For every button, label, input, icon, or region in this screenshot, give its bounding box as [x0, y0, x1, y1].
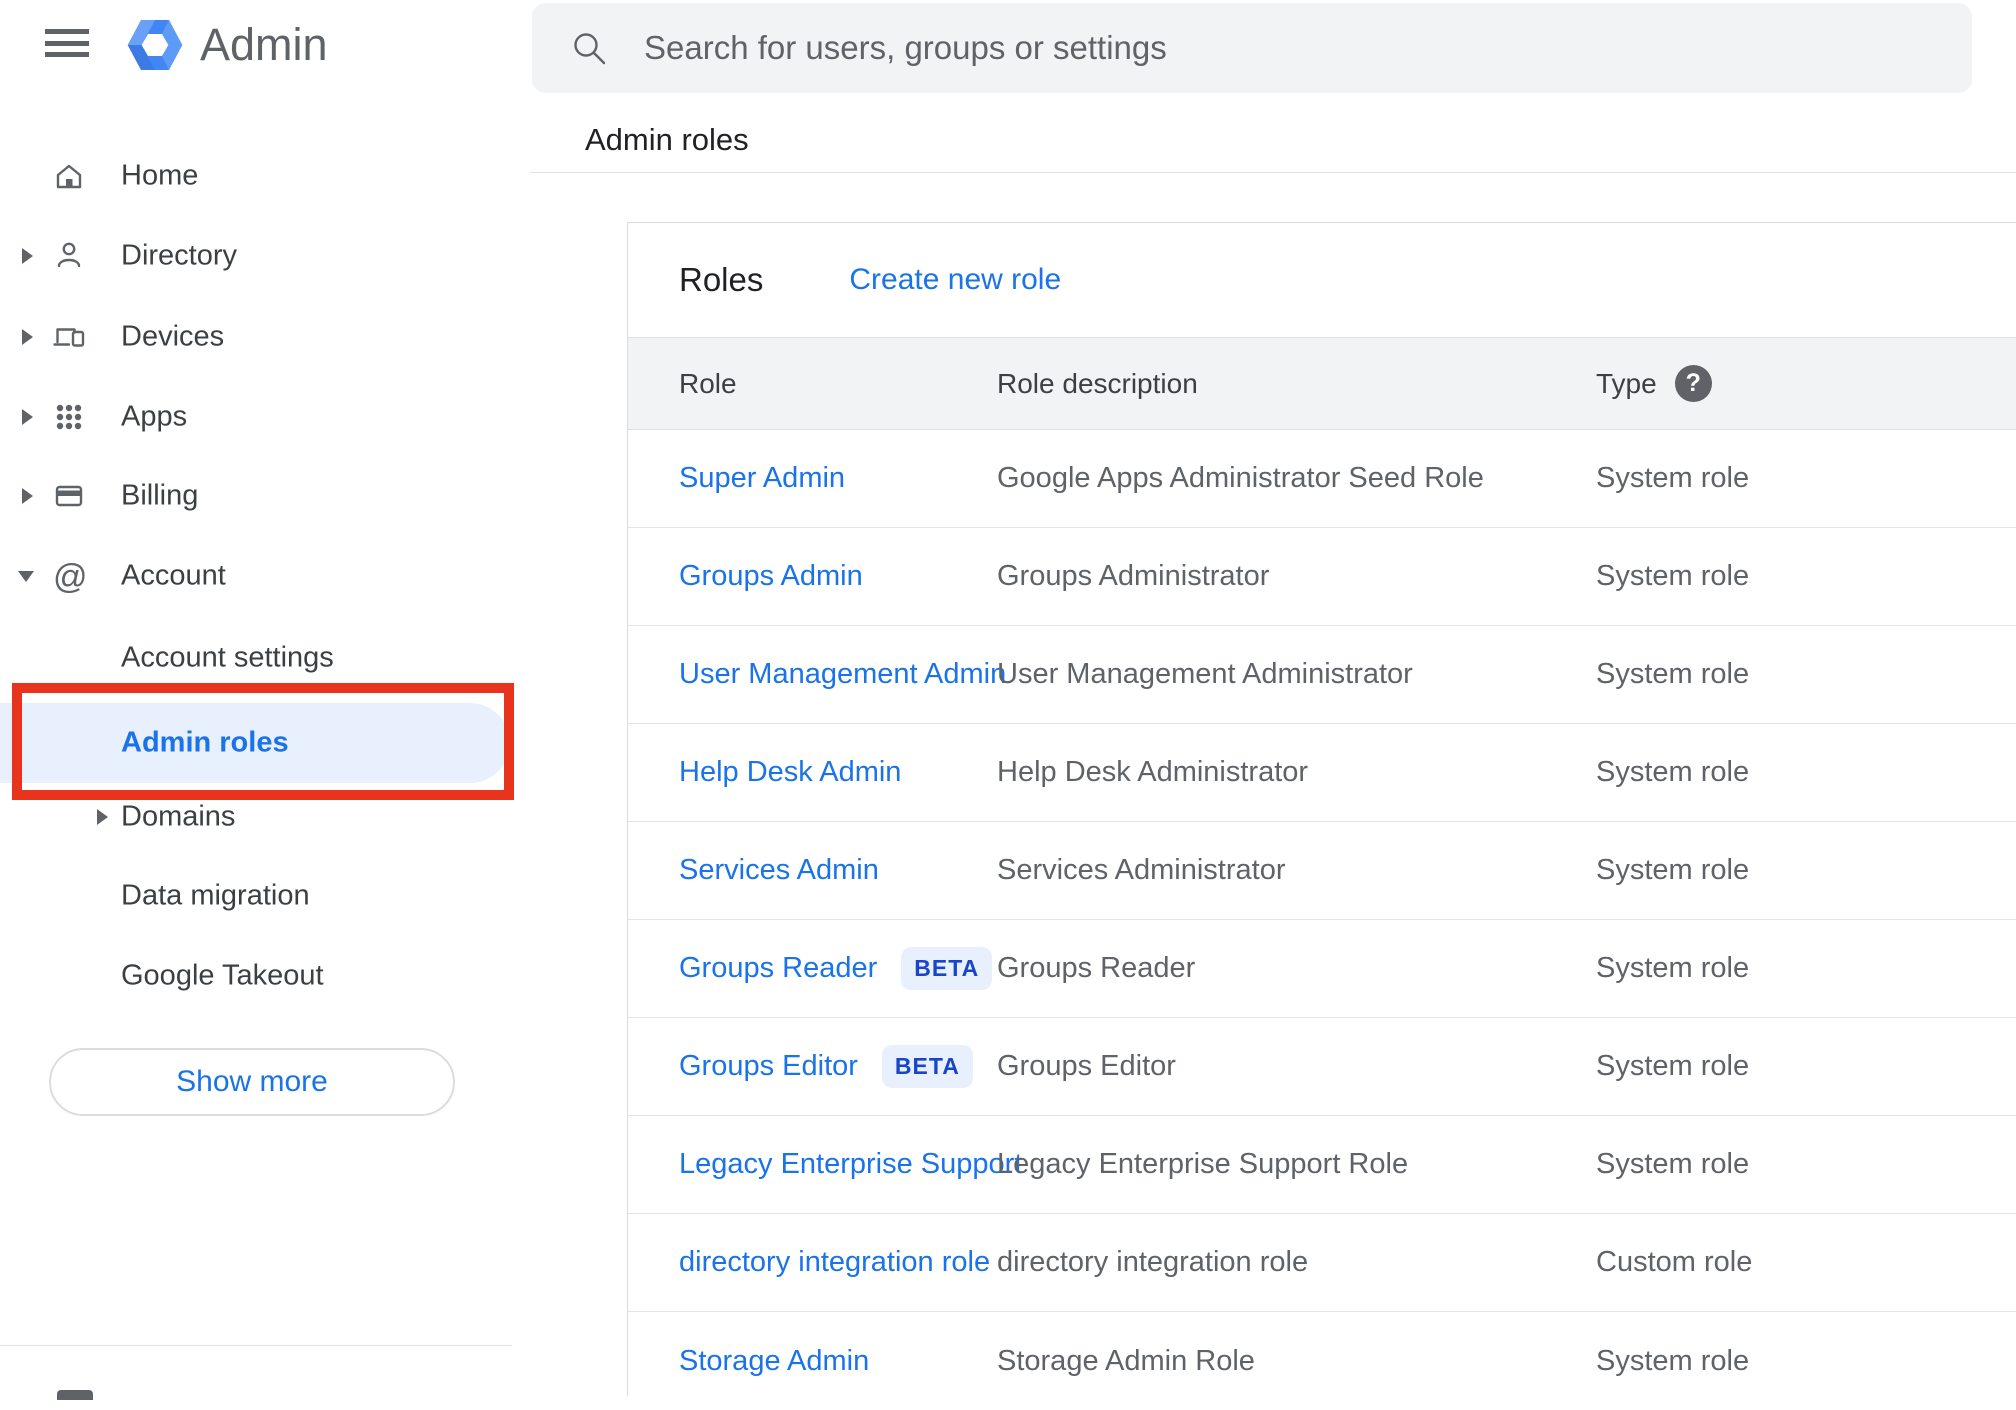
table-row: User Management Admin User Management Ad…	[628, 626, 2016, 724]
chevron-down-icon	[18, 571, 34, 582]
table-row: Storage Admin Storage Admin Role System …	[679, 1344, 1750, 1378]
search-placeholder: Search for users, groups or settings	[644, 29, 1167, 66]
svg-text:@: @	[53, 558, 87, 594]
table-row: Groups Reader BETA Groups Reader System …	[628, 920, 2016, 1018]
role-link[interactable]: Groups Editor	[679, 1050, 858, 1083]
app-title: Admin	[200, 19, 328, 70]
create-new-role-link[interactable]: Create new role	[849, 263, 1061, 297]
table-header-row: Role Role description Type ?	[628, 337, 2016, 430]
sidebar-item-devices[interactable]: Devices	[0, 297, 530, 377]
table-row: Groups Admin Groups Administrator System…	[628, 528, 2016, 626]
column-header-type: Type ?	[1596, 365, 2016, 402]
show-more-button[interactable]: Show more	[49, 1048, 455, 1116]
table-row: Help Desk Admin Help Desk Administrator …	[628, 724, 2016, 822]
home-icon	[56, 164, 82, 189]
table-row: Services Admin Services Administrator Sy…	[628, 822, 2016, 920]
sidebar-item-admin-roles[interactable]: Admin roles	[0, 703, 510, 783]
apps-grid-icon	[56, 404, 82, 430]
column-header-role: Role	[679, 367, 737, 399]
sidebar-item-account[interactable]: @ Account	[0, 536, 530, 616]
chevron-right-icon	[22, 409, 33, 425]
role-link[interactable]: Help Desk Admin	[679, 756, 901, 789]
search-icon	[574, 33, 606, 65]
chevron-right-icon	[22, 488, 33, 504]
roles-card: Roles Create new role Role Role descript…	[627, 222, 2016, 1396]
devices-icon	[53, 328, 85, 347]
chevron-right-icon	[22, 329, 33, 345]
sidebar-item-apps[interactable]: Apps	[0, 377, 530, 457]
role-link[interactable]: Groups Reader	[679, 952, 877, 985]
chevron-right-icon	[22, 248, 33, 264]
role-link[interactable]: Services Admin	[679, 854, 879, 887]
sidebar-item-billing[interactable]: Billing	[0, 456, 530, 536]
role-link[interactable]: directory integration role	[679, 1246, 990, 1279]
sidebar-item-home[interactable]: Home	[0, 136, 530, 216]
credit-card-icon	[55, 485, 83, 507]
role-link[interactable]: User Management Admin	[679, 658, 1006, 691]
sidebar-item-google-takeout[interactable]: Google Takeout	[0, 936, 530, 1016]
table-row: directory integration role directory int…	[628, 1214, 2016, 1312]
table-row: Groups Editor BETA Groups Editor System …	[628, 1018, 2016, 1116]
person-icon	[57, 242, 81, 268]
column-header-description: Role description	[997, 367, 1198, 399]
role-link[interactable]: Legacy Enterprise Support	[679, 1148, 1022, 1181]
roles-title: Roles	[679, 261, 764, 298]
search-input[interactable]: Search for users, groups or settings	[532, 3, 1972, 93]
role-link[interactable]: Super Admin	[679, 462, 845, 495]
breadcrumb: Admin roles	[585, 122, 749, 157]
title-divider	[530, 172, 2016, 173]
cutoff-sidebar-icon	[57, 1390, 93, 1400]
at-sign-icon: @	[53, 558, 87, 594]
sidebar-item-domains[interactable]: Domains	[0, 777, 530, 857]
sidebar-item-directory[interactable]: Directory	[0, 216, 530, 296]
role-link[interactable]: Storage Admin	[679, 1345, 869, 1378]
sidebar-divider	[0, 1345, 512, 1346]
beta-badge: BETA	[881, 1045, 973, 1088]
roles-card-header: Roles Create new role	[628, 223, 2016, 337]
chevron-right-icon	[97, 809, 108, 825]
table-row: Super Admin Google Apps Administrator Se…	[628, 430, 2016, 528]
beta-badge: BETA	[901, 947, 993, 990]
menu-icon[interactable]	[45, 29, 89, 57]
sidebar-item-account-settings[interactable]: Account settings	[0, 618, 530, 698]
role-link[interactable]: Groups Admin	[679, 560, 863, 593]
sidebar-item-data-migration[interactable]: Data migration	[0, 856, 530, 936]
help-icon[interactable]: ?	[1674, 365, 1712, 402]
admin-logo-icon	[126, 16, 184, 74]
table-row: Legacy Enterprise Support Legacy Enterpr…	[628, 1116, 2016, 1214]
